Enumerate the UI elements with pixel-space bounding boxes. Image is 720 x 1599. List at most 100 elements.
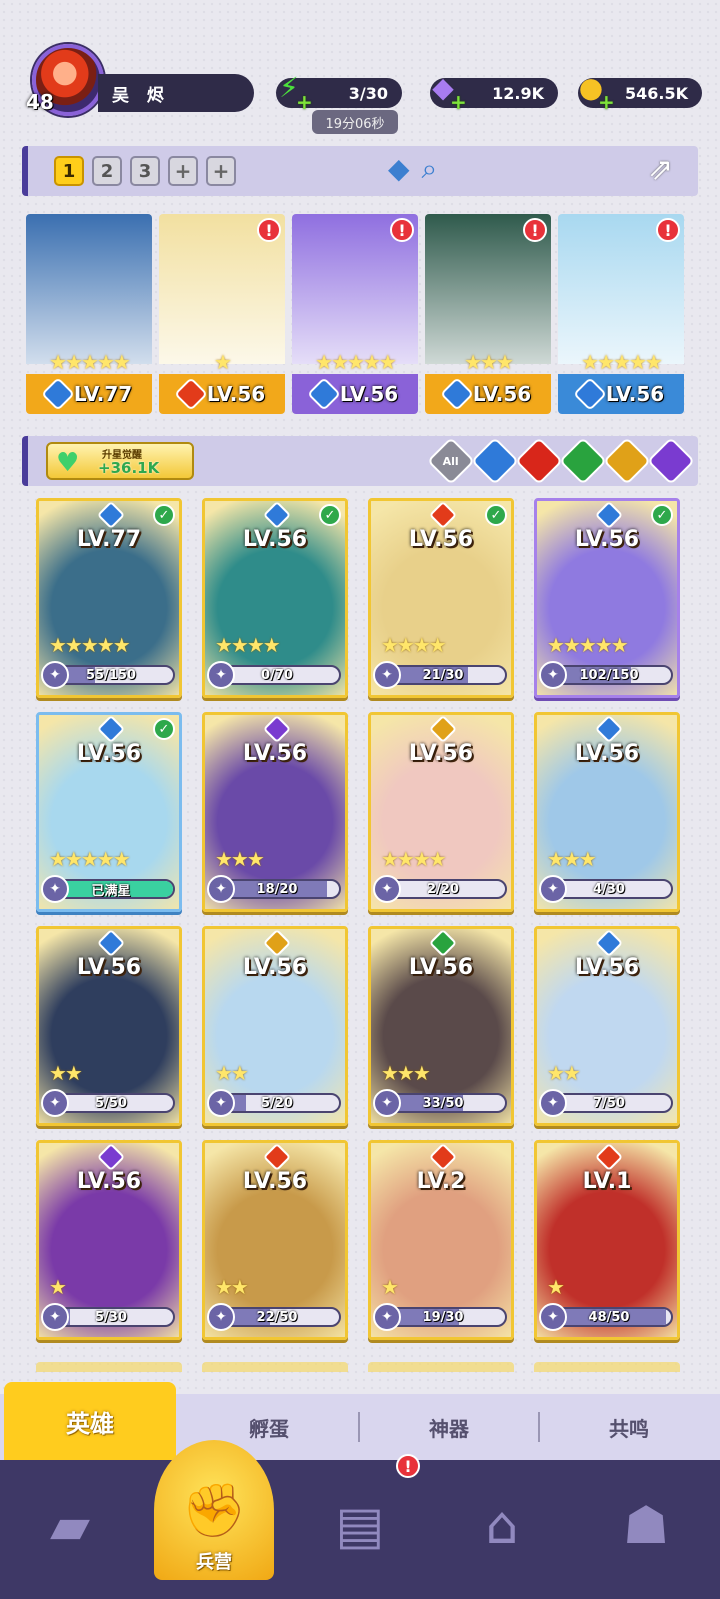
- gold-counter[interactable]: ● + 546.5K: [578, 71, 702, 114]
- team-bar: 1 2 3 + + ◆ ⌕ ⇗: [22, 146, 698, 196]
- hero-level: LV.56: [574, 527, 640, 552]
- hero-stars: ★★★★★: [49, 350, 131, 374]
- fragment-icon: ✦: [539, 661, 567, 689]
- fragment-icon: ✦: [41, 661, 69, 689]
- hero-level: LV.56: [574, 955, 640, 980]
- hero-stars: ★: [381, 1275, 399, 1299]
- hero-card[interactable]: LV.77 ✓ ★★★★★ 55/150 ✦: [36, 498, 182, 698]
- hero-card[interactable]: LV.56 ★★★ 4/30 ✦: [534, 712, 680, 912]
- fragment-icon: ✦: [207, 1089, 235, 1117]
- hero-card[interactable]: LV.56 ★★ 5/20 ✦: [202, 926, 348, 1126]
- team-tab-2[interactable]: 2: [92, 156, 122, 186]
- player-name[interactable]: 吴 烬: [98, 74, 254, 112]
- hero-stars: ★★★★: [381, 633, 447, 657]
- map-book-icon[interactable]: ▤: [310, 1476, 410, 1576]
- alert-badge: !: [523, 218, 547, 242]
- alert-badge: !: [390, 218, 414, 242]
- player-header: 48 吴 烬 ⚡ + 3/30 19分06秒 ◆ + 12.9K ● + 546…: [0, 40, 720, 140]
- hero-level: LV.56: [605, 382, 665, 406]
- tab-resonance[interactable]: 共鸣: [540, 1394, 718, 1460]
- hero-card[interactable]: LV.56 ✓ ★★★★★ 已满星 ✦: [36, 712, 182, 912]
- hero-card[interactable]: LV.56 ✓ ★★★★ 0/70 ✦: [202, 498, 348, 698]
- map-alert-badge: !: [396, 1454, 420, 1478]
- hero-stars: ★★★★★: [49, 847, 131, 871]
- filter-bar: ♥ 升星觉醒 +36.1K All: [22, 436, 698, 486]
- fire-element-icon: [173, 377, 208, 411]
- hero-card[interactable]: LV.56 ★★★★ 2/20 ✦: [368, 712, 514, 912]
- hero-card[interactable]: LV.56 ★★★ 18/20 ✦: [202, 712, 348, 912]
- team-tab-add-2[interactable]: +: [206, 156, 236, 186]
- check-icon: ✓: [319, 504, 341, 526]
- hero-card[interactable]: LV.56 ★★★ 33/50 ✦: [368, 926, 514, 1126]
- gem-counter[interactable]: ◆ + 12.9K: [430, 71, 558, 114]
- team-hero-card[interactable]: ★★★ LV.56 !: [425, 214, 551, 414]
- barracks-label: 兵营: [196, 1552, 232, 1573]
- hero-stars: ★: [49, 1275, 67, 1299]
- filter-fire-icon[interactable]: [514, 436, 564, 486]
- team-hero-card[interactable]: ★ LV.56 !: [159, 214, 285, 414]
- fragment-icon: ✦: [207, 875, 235, 903]
- water-element-icon: [40, 377, 75, 411]
- tab-artifact[interactable]: 神器: [360, 1394, 538, 1460]
- hero-card[interactable]: LV.2 ★ 19/30 ✦: [368, 1140, 514, 1340]
- hero-card[interactable]: LV.1 ★ 48/50 ✦: [534, 1140, 680, 1340]
- hero-level: LV.56: [206, 382, 266, 406]
- filter-all-button[interactable]: All: [426, 436, 476, 486]
- filter-water-icon[interactable]: [470, 436, 520, 486]
- tab-heroes[interactable]: 英雄: [4, 1382, 176, 1460]
- player-level: 48: [26, 90, 54, 114]
- filter-dark-icon[interactable]: [646, 436, 696, 486]
- hero-stars: ★★: [215, 1061, 249, 1085]
- hero-level-band: LV.56: [292, 374, 418, 414]
- team-hero-card[interactable]: ★★★★★ LV.56 !: [558, 214, 684, 414]
- water-element-icon: [439, 377, 474, 411]
- team-hero-card[interactable]: ★★★★★ LV.56 !: [292, 214, 418, 414]
- awaken-value: +36.1K: [98, 459, 160, 477]
- energy-counter[interactable]: ⚡ + 3/30: [276, 71, 402, 114]
- add-gold-icon[interactable]: +: [598, 90, 615, 114]
- team-tab-3[interactable]: 3: [130, 156, 160, 186]
- check-icon: ✓: [153, 718, 175, 740]
- hero-card[interactable]: LV.56 ✓ ★★★★★ 102/150 ✦: [534, 498, 680, 698]
- hero-level: LV.56: [472, 382, 532, 406]
- share-icon[interactable]: ⇗: [648, 152, 688, 190]
- hero-level: LV.77: [76, 527, 142, 552]
- hero-stars: ★: [547, 1275, 565, 1299]
- hero-card[interactable]: LV.56 ✓ ★★★★ 21/30 ✦: [368, 498, 514, 698]
- add-gems-icon[interactable]: +: [450, 90, 467, 114]
- team-hero-card[interactable]: ★★★★★ LV.77: [26, 214, 152, 414]
- filter-light-icon[interactable]: [602, 436, 652, 486]
- element-filters: All: [426, 436, 696, 486]
- hero-level: LV.56: [408, 741, 474, 766]
- gem-value: 12.9K: [492, 83, 544, 103]
- hero-card[interactable]: LV.56 ★★ 5/50 ✦: [36, 926, 182, 1126]
- hero-level: LV.56: [76, 741, 142, 766]
- hero-card[interactable]: LV.56 ★★ 22/50 ✦: [202, 1140, 348, 1340]
- team-tab-add-1[interactable]: +: [168, 156, 198, 186]
- add-energy-icon[interactable]: +: [296, 90, 313, 114]
- guild-icon[interactable]: ☗: [596, 1476, 696, 1576]
- hero-level: LV.77: [73, 382, 133, 406]
- gold-value: 546.5K: [624, 83, 688, 103]
- hero-stars: ★★★: [464, 350, 514, 374]
- magnifier-icon[interactable]: ⌕: [422, 152, 438, 186]
- hero-level: LV.56: [76, 1169, 142, 1194]
- hero-stars: ★★★: [547, 847, 597, 871]
- hero-stars: ★★★: [381, 1061, 431, 1085]
- check-icon: ✓: [153, 504, 175, 526]
- element-crystal-icon[interactable]: ◆: [388, 152, 410, 186]
- hero-stars: ★★★★★: [315, 350, 397, 374]
- fragment-icon: ✦: [207, 661, 235, 689]
- fragment-icon: ✦: [539, 1089, 567, 1117]
- fragment-icon: ✦: [373, 1303, 401, 1331]
- castle-icon[interactable]: ⌂: [452, 1476, 552, 1576]
- hero-card[interactable]: LV.56 ★★ 7/50 ✦: [534, 926, 680, 1126]
- hero-card[interactable]: LV.56 ★ 5/30 ✦: [36, 1140, 182, 1340]
- filter-nature-icon[interactable]: [558, 436, 608, 486]
- team-tools: ◆ ⌕: [388, 152, 437, 186]
- next-row-peek: [36, 1362, 182, 1372]
- star-awaken-button[interactable]: ♥ 升星觉醒 +36.1K: [46, 442, 194, 480]
- fragment-icon: ✦: [373, 661, 401, 689]
- cards-icon[interactable]: ▰: [20, 1476, 120, 1576]
- team-tab-1[interactable]: 1: [54, 156, 84, 186]
